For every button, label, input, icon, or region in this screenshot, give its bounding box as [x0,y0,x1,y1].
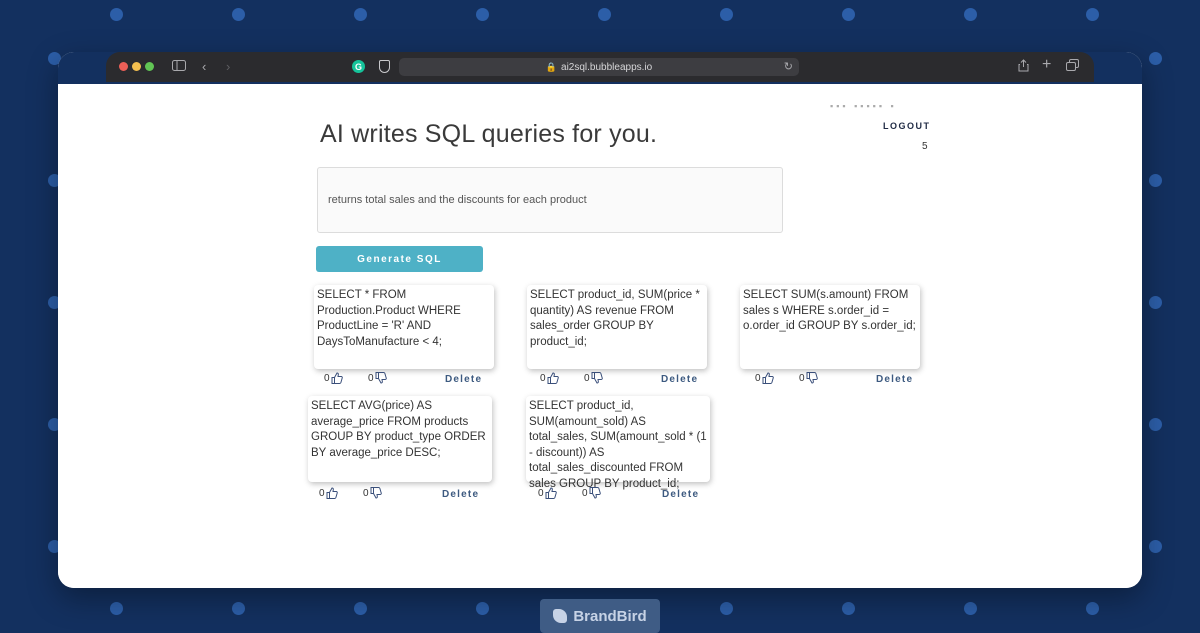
share-icon[interactable] [1018,59,1029,76]
close-window-button[interactable] [119,62,128,71]
new-tab-icon[interactable]: + [1042,57,1051,73]
query-card: SELECT product_id, SUM(amount_sold) AS t… [526,396,710,490]
query-sql-text: SELECT SUM(s.amount) FROM sales s WHERE … [743,289,916,332]
query-card: SELECT AVG(price) AS average_price FROM … [308,396,492,482]
minimize-window-button[interactable] [132,62,141,71]
sidebar-toggle-icon[interactable] [172,59,186,75]
thumbs-down-icon [375,372,387,384]
query-sql-text: SELECT product_id, SUM(price * quantity)… [530,289,700,348]
prompt-input[interactable]: returns total sales and the discounts fo… [317,167,783,233]
thumbs-up-icon [331,372,343,384]
dislike-button[interactable]: 0 [368,372,387,384]
brandbird-logo-icon [553,609,568,623]
zoom-window-button[interactable] [145,62,154,71]
dislike-count: 0 [799,372,805,384]
query-sql-text: SELECT AVG(price) AS average_price FROM … [311,400,486,459]
grammarly-extension-icon[interactable]: G [352,60,365,73]
query-actions: 0 0 Delete [324,372,494,390]
logout-link[interactable]: LOGOUT [883,121,931,131]
url-text: ai2sql.bubbleapps.io [561,61,653,73]
query-card: SELECT product_id, SUM(price * quantity)… [527,285,707,369]
page-title: AI writes SQL queries for you. [320,120,658,148]
query-actions: 0 0 Delete [319,487,489,505]
delete-button[interactable]: Delete [661,374,698,385]
like-button[interactable]: 0 [319,487,338,499]
dislike-button[interactable]: 0 [799,372,818,384]
thumbs-up-icon [762,372,774,384]
delete-button[interactable]: Delete [445,374,482,385]
thumbs-down-icon [589,487,601,499]
dislike-count: 0 [584,372,590,384]
brandbird-watermark: BrandBird [540,599,660,633]
delete-button[interactable]: Delete [442,489,479,500]
like-button[interactable]: 0 [538,487,557,499]
address-bar[interactable]: 🔒 ai2sql.bubbleapps.io ↻ [399,58,799,76]
dislike-count: 0 [368,372,374,384]
browser-toolbar: ‹ › G 🔒 ai2sql.bubbleapps.io ↻ + [106,52,1094,82]
like-count: 0 [538,487,544,499]
query-card: SELECT SUM(s.amount) FROM sales s WHERE … [740,285,920,369]
browser-window: ‹ › G 🔒 ai2sql.bubbleapps.io ↻ + AI writ… [58,52,1142,588]
query-actions: 0 0 Delete [538,487,708,505]
thumbs-down-icon [806,372,818,384]
reload-icon[interactable]: ↻ [784,60,793,73]
query-card: SELECT * FROM Production.Product WHERE P… [314,285,494,369]
like-button[interactable]: 0 [540,372,559,384]
delete-button[interactable]: Delete [876,374,913,385]
thumbs-down-icon [591,372,603,384]
like-count: 0 [319,487,325,499]
like-count: 0 [540,372,546,384]
query-actions: 0 0 Delete [540,372,710,390]
dislike-count: 0 [363,487,369,499]
user-name: ▪▪▪ ▪▪▪▪▪ ▪ [830,101,897,111]
thumbs-down-icon [370,487,382,499]
delete-button[interactable]: Delete [662,489,699,500]
dislike-button[interactable]: 0 [582,487,601,499]
like-button[interactable]: 0 [324,372,343,384]
like-count: 0 [755,372,761,384]
like-count: 0 [324,372,330,384]
back-icon[interactable]: ‹ [202,59,206,75]
page-content: AI writes SQL queries for you. ▪▪▪ ▪▪▪▪▪… [58,84,1142,588]
dislike-button[interactable]: 0 [584,372,603,384]
forward-icon[interactable]: › [226,59,230,75]
thumbs-up-icon [547,372,559,384]
brandbird-label: BrandBird [573,607,647,625]
dislike-button[interactable]: 0 [363,487,382,499]
query-sql-text: SELECT * FROM Production.Product WHERE P… [317,289,461,348]
like-button[interactable]: 0 [755,372,774,384]
thumbs-up-icon [326,487,338,499]
dislike-count: 0 [582,487,588,499]
tab-overview-icon[interactable] [1066,59,1079,75]
prompt-input-value: returns total sales and the discounts fo… [328,194,587,206]
thumbs-up-icon [545,487,557,499]
privacy-shield-icon[interactable] [379,60,390,73]
lock-icon: 🔒 [545,61,558,72]
query-sql-text: SELECT product_id, SUM(amount_sold) AS t… [529,400,707,490]
generate-sql-button[interactable]: Generate SQL [316,246,483,272]
credits-count: 5 [922,141,928,152]
query-actions: 0 0 Delete [755,372,925,390]
